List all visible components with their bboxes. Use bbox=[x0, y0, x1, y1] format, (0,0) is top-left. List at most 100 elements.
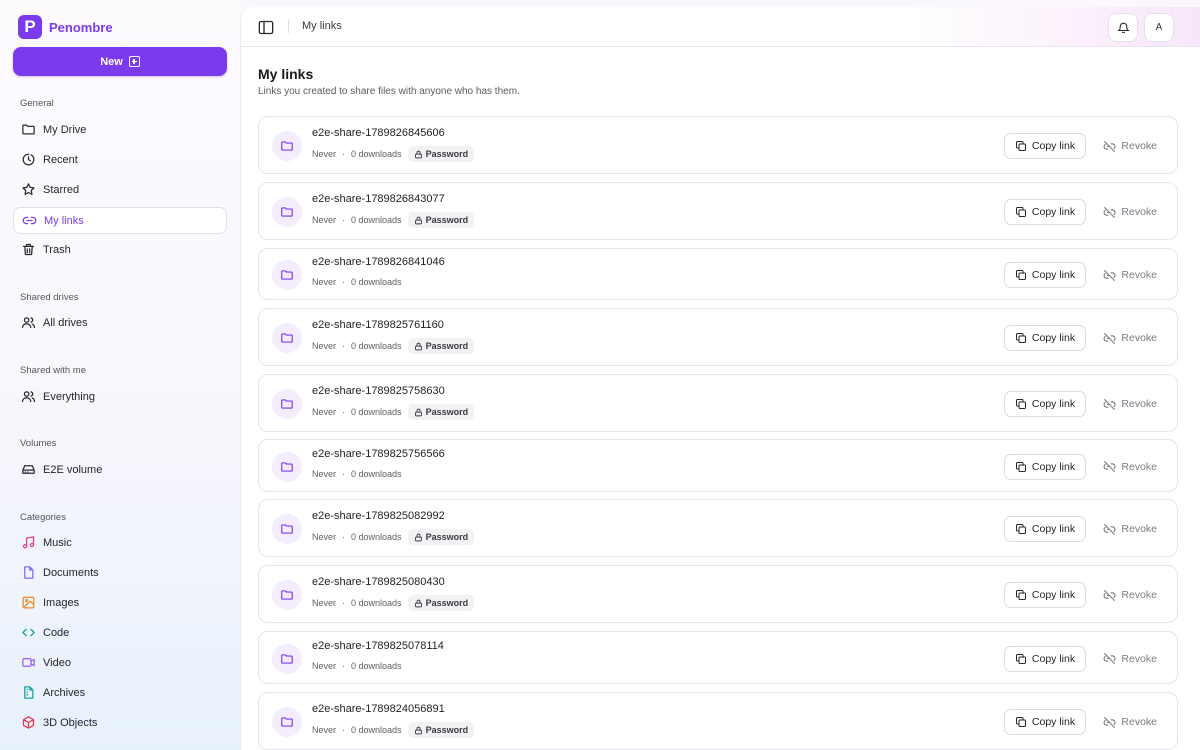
link-row[interactable]: e2e-share-1789825758630 Never · 0 downloads… bbox=[258, 374, 1178, 432]
revoke-button[interactable]: Revoke bbox=[1103, 325, 1157, 351]
folder-icon bbox=[281, 333, 293, 343]
link-meta: Never · 0 downloads Password bbox=[312, 722, 475, 738]
password-badge-label: Password bbox=[425, 215, 469, 225]
section-shared-with-me: Shared with me bbox=[20, 365, 87, 376]
link-downloads: 0 downloads bbox=[351, 725, 402, 735]
meta-separator: · bbox=[342, 149, 346, 159]
copy-link-button[interactable]: Copy link bbox=[1004, 133, 1086, 159]
sidebar-item-documents[interactable]: Documents bbox=[13, 559, 227, 586]
copy-link-button[interactable]: Copy link bbox=[1004, 709, 1086, 735]
video-icon bbox=[22, 658, 35, 667]
sidebar-item-video[interactable]: Video bbox=[13, 649, 227, 676]
sidebar-item-everything[interactable]: Everything bbox=[13, 383, 227, 410]
unlink-icon bbox=[1103, 716, 1116, 728]
link-expiry: Never bbox=[312, 725, 337, 735]
users-icon bbox=[21, 391, 36, 403]
copy-link-button[interactable]: Copy link bbox=[1004, 262, 1086, 288]
sidebar-toggle-icon[interactable] bbox=[258, 20, 274, 35]
sidebar: P Penombre New General My Drive Recent S… bbox=[0, 0, 240, 750]
copy-link-button[interactable]: Copy link bbox=[1004, 391, 1086, 417]
meta-separator: · bbox=[342, 215, 346, 225]
revoke-button[interactable]: Revoke bbox=[1103, 582, 1157, 608]
link-expiry: Never bbox=[312, 468, 337, 479]
avatar[interactable]: A bbox=[1144, 13, 1174, 42]
copy-icon bbox=[1015, 399, 1026, 409]
topbar-divider bbox=[288, 19, 289, 33]
link-expiry: Never bbox=[312, 215, 337, 225]
revoke-label: Revoke bbox=[1121, 332, 1157, 344]
breadcrumb[interactable]: My links bbox=[302, 20, 342, 32]
link-name: e2e-share-1789825078114 bbox=[312, 639, 444, 652]
sidebar-item-my-drive[interactable]: My Drive bbox=[13, 116, 227, 143]
revoke-button[interactable]: Revoke bbox=[1103, 516, 1157, 542]
unlink-icon bbox=[1103, 269, 1116, 281]
revoke-button[interactable]: Revoke bbox=[1103, 391, 1157, 417]
revoke-button[interactable]: Revoke bbox=[1103, 133, 1157, 159]
sidebar-item-3d-objects[interactable]: 3D Objects bbox=[13, 709, 227, 736]
password-badge: Password bbox=[407, 529, 475, 545]
link-row[interactable]: e2e-share-1789825080430 Never · 0 downloads… bbox=[258, 565, 1178, 623]
link-row[interactable]: e2e-share-1789825078114 Never · 0 downloads… bbox=[258, 631, 1178, 684]
brand[interactable]: P Penombre bbox=[18, 15, 113, 39]
sidebar-item-label: Video bbox=[43, 656, 71, 669]
link-downloads: 0 downloads bbox=[351, 341, 402, 351]
link-downloads: 0 downloads bbox=[351, 598, 402, 608]
link-row[interactable]: e2e-share-1789826843077 Never · 0 downloads… bbox=[258, 182, 1178, 240]
sidebar-item-all-drives[interactable]: All drives bbox=[13, 309, 227, 336]
link-row[interactable]: e2e-share-1789825761160 Never · 0 downloads… bbox=[258, 308, 1178, 366]
sidebar-item-label: 3D Objects bbox=[43, 716, 98, 729]
link-downloads: 0 downloads bbox=[351, 660, 402, 671]
sidebar-item-label: All drives bbox=[43, 316, 88, 329]
sidebar-item-images[interactable]: Images bbox=[13, 589, 227, 616]
archive-file-icon bbox=[24, 686, 34, 699]
copy-link-button[interactable]: Copy link bbox=[1004, 645, 1086, 672]
revoke-button[interactable]: Revoke bbox=[1103, 709, 1157, 735]
password-badge-label: Password bbox=[425, 725, 469, 735]
copy-link-button[interactable]: Copy link bbox=[1004, 199, 1086, 225]
sidebar-item-music[interactable]: Music bbox=[13, 529, 227, 556]
sidebar-item-archives[interactable]: Archives bbox=[13, 679, 227, 706]
sidebar-item-recent[interactable]: Recent bbox=[13, 146, 227, 173]
copy-link-label: Copy link bbox=[1031, 140, 1076, 152]
link-meta: Never · 0 downloads Password bbox=[312, 595, 475, 611]
link-expiry: Never bbox=[312, 598, 337, 608]
unlink-icon bbox=[1103, 206, 1116, 218]
sidebar-item-label: Documents bbox=[43, 566, 99, 579]
password-badge-label: Password bbox=[425, 149, 469, 159]
copy-link-button[interactable]: Copy link bbox=[1004, 325, 1086, 351]
link-row[interactable]: e2e-share-1789825082992 Never · 0 downloads… bbox=[258, 499, 1178, 557]
revoke-button[interactable]: Revoke bbox=[1103, 199, 1157, 225]
revoke-button[interactable]: Revoke bbox=[1103, 454, 1157, 480]
sidebar-item-e2e-volume[interactable]: E2E volume bbox=[13, 456, 227, 483]
folder-icon-badge bbox=[272, 451, 302, 482]
unlink-icon bbox=[1103, 589, 1116, 601]
link-row[interactable]: e2e-share-1789824056891 Never · 0 downloads… bbox=[258, 692, 1178, 750]
lock-icon bbox=[414, 342, 422, 350]
folder-icon-badge bbox=[272, 707, 302, 737]
link-row[interactable]: e2e-share-1789825756566 Never · 0 downloads… bbox=[258, 439, 1178, 492]
revoke-label: Revoke bbox=[1121, 206, 1157, 218]
lock-icon bbox=[414, 216, 422, 224]
copy-link-button[interactable]: Copy link bbox=[1004, 453, 1086, 480]
sidebar-item-trash[interactable]: Trash bbox=[13, 236, 227, 263]
revoke-button[interactable]: Revoke bbox=[1103, 646, 1157, 672]
link-name: e2e-share-1789825758630 bbox=[312, 385, 445, 397]
password-badge: Password bbox=[407, 722, 475, 738]
new-button[interactable]: New bbox=[13, 47, 227, 76]
link-row[interactable]: e2e-share-1789826841046 Never · 0 downloads… bbox=[258, 248, 1178, 300]
sidebar-item-label: Archives bbox=[43, 686, 86, 699]
copy-link-button[interactable]: Copy link bbox=[1004, 582, 1086, 608]
revoke-button[interactable]: Revoke bbox=[1103, 262, 1157, 288]
copy-link-label: Copy link bbox=[1031, 652, 1076, 665]
copy-link-button[interactable]: Copy link bbox=[1004, 516, 1086, 542]
meta-separator: · bbox=[342, 277, 346, 287]
sidebar-item-starred[interactable]: Starred bbox=[13, 176, 227, 203]
sidebar-item-code[interactable]: Code bbox=[13, 619, 227, 646]
sidebar-item-my-links[interactable]: My links bbox=[13, 207, 227, 234]
unlink-icon bbox=[1103, 653, 1116, 664]
link-row[interactable]: e2e-share-1789826845606 Never · 0 downloads… bbox=[258, 116, 1178, 174]
link-name: e2e-share-1789826845606 bbox=[312, 127, 445, 139]
notifications-button[interactable] bbox=[1108, 13, 1138, 42]
copy-link-label: Copy link bbox=[1031, 206, 1076, 218]
section-volumes: Volumes bbox=[20, 438, 57, 449]
